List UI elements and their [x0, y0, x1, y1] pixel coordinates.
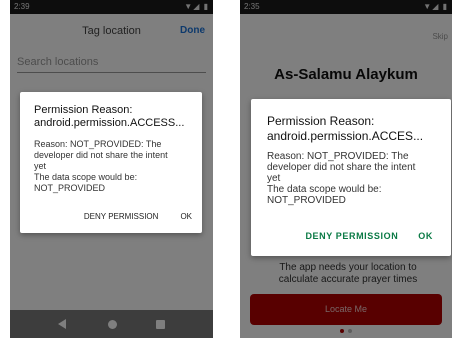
dialog-message-line: NOT_PROVIDED — [267, 195, 346, 206]
dialog-message-line: Reason: NOT_PROVIDED: The — [34, 139, 162, 149]
dialog-title-line: android.permission.ACCES... — [267, 129, 424, 143]
dialog-message: Reason: NOT_PROVIDED: The developer did … — [34, 139, 196, 194]
dialog-message-line: The data scope would be: — [267, 184, 382, 195]
dialog-title: Permission Reason: android.permission.AC… — [267, 114, 445, 144]
dialog-message-line: developer did not share the intent — [267, 162, 416, 173]
dialog-message-line: Reason: NOT_PROVIDED: The — [267, 151, 409, 162]
left-phone-screen: 2:39 ▼◢ ▮ Tag location Done Search locat… — [10, 0, 213, 338]
deny-permission-button[interactable]: DENY PERMISSION — [305, 231, 398, 241]
permission-dialog: Permission Reason: android.permission.AC… — [251, 99, 451, 256]
ok-button[interactable]: OK — [418, 231, 433, 241]
dialog-message-line: The data scope would be: — [34, 172, 138, 182]
dialog-title-line: Permission Reason: — [34, 104, 133, 116]
dialog-actions: DENY PERMISSION OK — [305, 231, 433, 241]
dialog-message-line: yet — [34, 161, 47, 171]
permission-dialog: Permission Reason: android.permission.AC… — [20, 92, 202, 233]
dialog-message-line: NOT_PROVIDED — [34, 183, 106, 193]
dialog-title-line: Permission Reason: — [267, 114, 375, 128]
dialog-message-line: yet — [267, 173, 281, 184]
dialog-message: Reason: NOT_PROVIDED: The developer did … — [267, 151, 447, 206]
dialog-message-line: developer did not share the intent — [34, 150, 168, 160]
dialog-title: Permission Reason: android.permission.AC… — [34, 104, 194, 130]
dialog-title-line: android.permission.ACCESS... — [34, 117, 185, 129]
deny-permission-button[interactable]: DENY PERMISSION — [84, 212, 159, 221]
ok-button[interactable]: OK — [180, 212, 192, 221]
right-phone-screen: 2:35 ▼◢ ▮ Skip As-Salamu Alaykum The app… — [240, 0, 452, 338]
dialog-actions: DENY PERMISSION OK — [84, 212, 192, 221]
